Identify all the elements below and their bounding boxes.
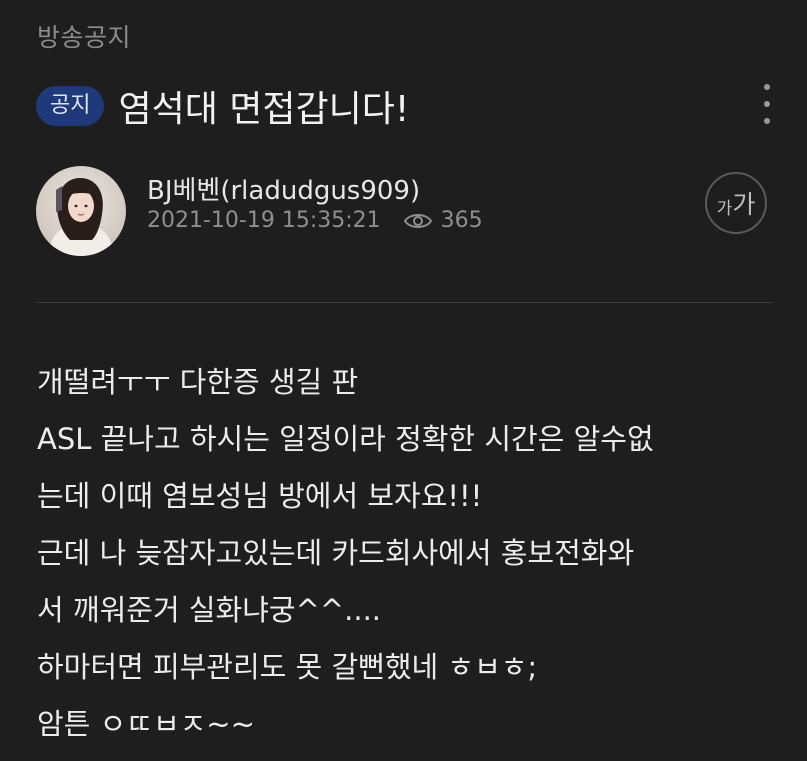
more-vertical-icon	[764, 101, 770, 107]
eye-icon	[403, 213, 432, 228]
post-body-line: 암튼 ㅇㄸㅂㅈ~~	[37, 707, 255, 741]
more-vertical-icon	[764, 118, 770, 124]
font-size-button[interactable]: 가 가	[705, 172, 767, 234]
post-body-line: 개떨려ㅜㅜ 다한증 생길 판	[37, 365, 359, 399]
post-body-line: 근데 나 늦잠자고있는데 카드회사에서 홍보전화와	[37, 536, 635, 570]
post-meta: 2021-10-19 15:35:21 365	[147, 208, 483, 233]
more-vertical-icon	[764, 84, 770, 90]
author-name[interactable]: BJ베벤(rladudgus909)	[147, 170, 420, 207]
post-title: 염석대 면접갑니다!	[118, 89, 410, 130]
font-size-small-label: 가	[716, 198, 733, 219]
post-body-line: ASL 끝나고 하시는 일정이라 정확한 시간은 알수없	[37, 422, 654, 456]
post-title-row: 공지 염석대 면접갑니다!	[36, 80, 767, 132]
view-count: 365	[440, 208, 483, 233]
board-category: 방송공지	[37, 23, 132, 52]
post-body-line: 서 깨워준거 실화냐궁^^....	[37, 593, 382, 627]
more-options-button[interactable]	[755, 84, 779, 124]
post-datetime: 2021-10-19 15:35:21	[147, 208, 381, 233]
font-size-big-label: 가	[732, 190, 756, 219]
avatar-image	[36, 166, 126, 256]
author-avatar[interactable]	[36, 166, 126, 256]
header-divider	[36, 302, 773, 303]
notice-badge: 공지	[36, 86, 105, 126]
post-body-line: 하마터면 피부관리도 못 갈뻔했네 ㅎㅂㅎ;	[37, 650, 538, 684]
post-body-line: 는데 이때 염보성님 방에서 보자요!!!	[37, 479, 483, 513]
post-body: 개떨려ㅜㅜ 다한증 생길 판 ASL 끝나고 하시는 일정이라 정확한 시간은 …	[37, 354, 787, 753]
